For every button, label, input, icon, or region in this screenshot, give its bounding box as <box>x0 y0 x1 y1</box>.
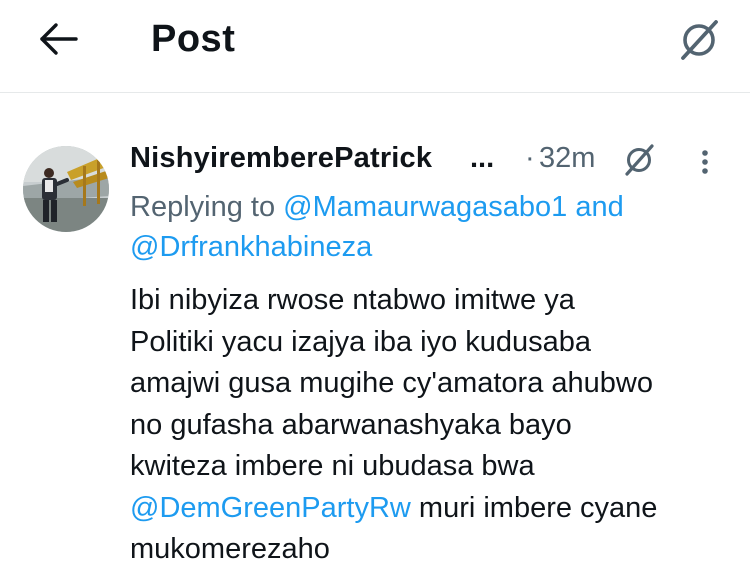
meta-separator: · <box>525 142 535 174</box>
post-text-line: Politiki yacu izajya iba iyo kudusaba <box>130 325 592 358</box>
grok-icon <box>681 20 718 60</box>
arrow-left-icon <box>40 23 78 55</box>
page-title: Post <box>151 18 236 60</box>
post-text-line: @DemGreenPartyRw muri imbere cyane <box>130 488 730 530</box>
mention-link[interactable]: @Drfrankhabineza <box>130 231 372 263</box>
post-text-line: no gufasha abarwanashyaka bayo <box>130 408 572 441</box>
post-time[interactable]: 32m <box>539 142 595 175</box>
mention-link[interactable]: @Mamaurwagasabo1 <box>283 191 567 223</box>
mention-link[interactable]: @DemGreenPartyRw <box>130 492 411 524</box>
post-text-line: kwiteza imbere ni ubudasa bwa <box>130 450 535 482</box>
post-text-line: mukomerezaho <box>130 533 330 565</box>
post-text-line: amajwi gusa mugihe cy'amatora ahubwo <box>130 367 653 399</box>
replying-prefix: Replying to <box>130 191 276 223</box>
top-bar: Post <box>0 0 750 93</box>
avatar[interactable] <box>23 146 109 232</box>
reply-post[interactable]: NishyiremberePatrick ... · 32m Replying … <box>0 92 750 579</box>
grok-post-button[interactable] <box>620 140 660 180</box>
grok-icon <box>625 144 654 176</box>
post-text-line: Ibi nibyiza rwose ntabwo imitwe ya <box>130 284 575 316</box>
post-text-fragment: muri imbere cyane <box>418 491 658 524</box>
author-name[interactable]: NishyiremberePatrick <box>130 142 432 175</box>
replying-conjunction[interactable]: and <box>575 191 623 223</box>
author-truncation: ... <box>470 142 495 174</box>
post-meta: NishyiremberePatrick ... · 32m <box>130 142 730 182</box>
grok-button[interactable] <box>674 14 726 66</box>
replying-to: Replying to @Mamaurwagasabo1 and @Drfran… <box>130 187 730 267</box>
more-options-button[interactable] <box>692 142 718 182</box>
more-vertical-icon <box>702 150 708 174</box>
back-button[interactable] <box>36 20 84 60</box>
post-text: Ibi nibyiza rwose ntabwo imitwe ya Polit… <box>130 280 730 571</box>
avatar-photo <box>23 146 109 232</box>
